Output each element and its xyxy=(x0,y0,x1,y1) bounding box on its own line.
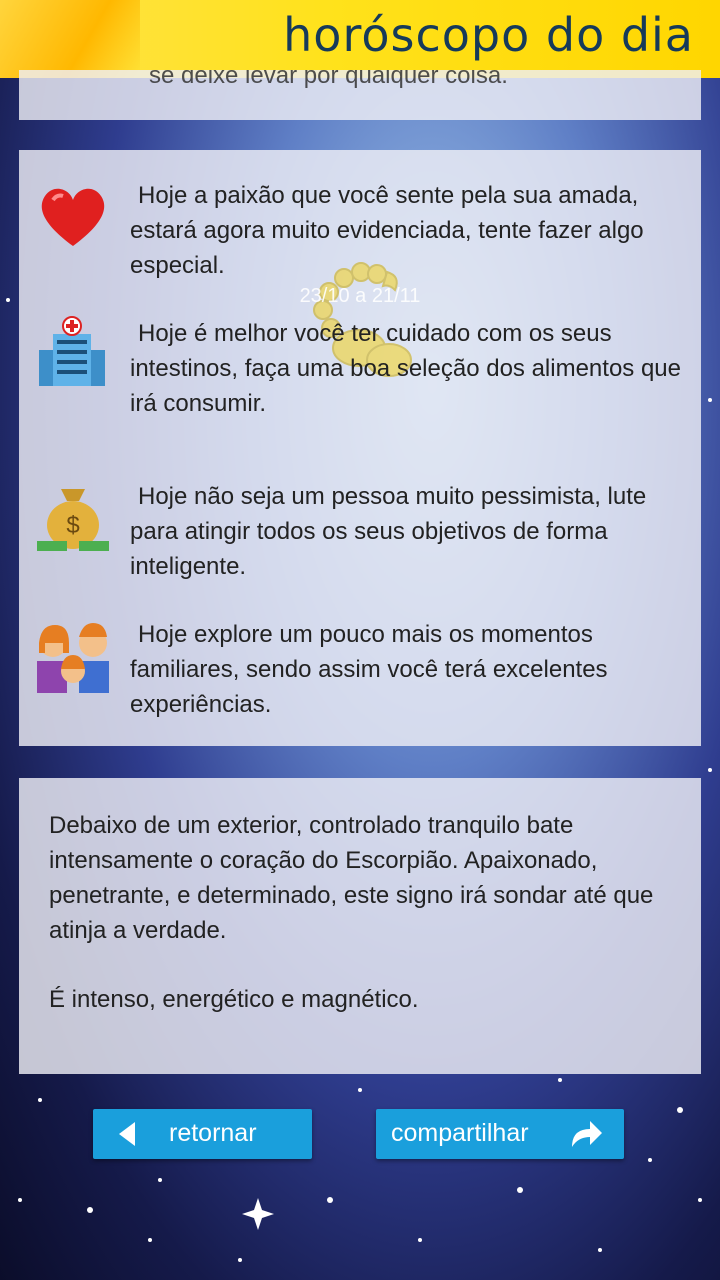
sign-date-range: 23/10 a 21/11 xyxy=(299,285,421,307)
love-text: Hoje a paixão que você sente pela sua am… xyxy=(130,182,644,279)
back-button[interactable]: retornar xyxy=(93,1109,312,1159)
back-button-label: retornar xyxy=(169,1119,257,1147)
sign-traits: É intenso, energético e magnético. xyxy=(49,986,419,1013)
share-button[interactable]: compartilhar xyxy=(376,1109,624,1159)
share-button-label: compartilhar xyxy=(391,1119,529,1147)
back-arrow-icon xyxy=(119,1122,135,1146)
previous-card: se deixe levar por qualquer coisa. xyxy=(19,70,701,120)
sign-description: Debaixo de um exterior, controlado tranq… xyxy=(49,812,654,944)
health-text: Hoje é melhor você ter cuidado com os se… xyxy=(130,320,682,417)
app-title: horóscopo do dia xyxy=(283,8,694,62)
previous-card-text: se deixe levar por qualquer coisa. xyxy=(149,70,508,89)
hospital-icon xyxy=(39,316,105,386)
family-icon xyxy=(37,623,109,693)
share-arrow-icon xyxy=(572,1121,602,1147)
horoscope-card: 23/10 a 21/11 Hoje a paixão que você sen… xyxy=(19,150,701,746)
heart-icon xyxy=(41,188,105,246)
app-header: horóscopo do dia xyxy=(0,0,720,78)
family-text: Hoje explore um pouco mais os momentos f… xyxy=(130,621,608,718)
header-decoration xyxy=(0,0,140,78)
sign-description-card: Debaixo de um exterior, controlado tranq… xyxy=(19,778,701,1074)
money-bag-icon: $ xyxy=(37,489,109,551)
money-text: Hoje não seja um pessoa muito pessimista… xyxy=(130,483,647,580)
svg-text:$: $ xyxy=(66,512,79,539)
